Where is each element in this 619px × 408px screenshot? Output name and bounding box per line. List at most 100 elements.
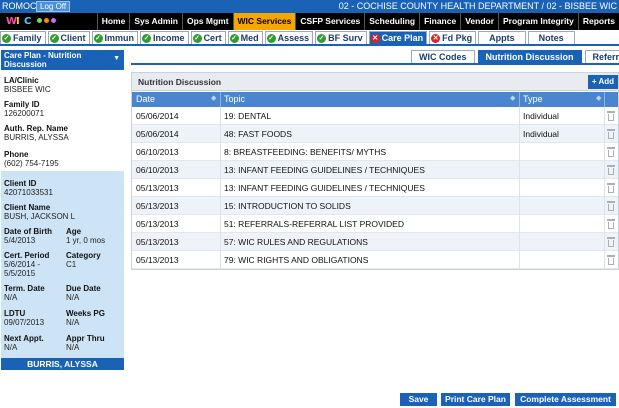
trash-icon[interactable] <box>607 219 615 229</box>
trash-icon[interactable] <box>607 129 615 139</box>
table-row[interactable]: 05/13/2013 79: WIC RIGHTS AND OBLIGATION… <box>132 251 618 269</box>
trash-icon[interactable] <box>607 255 615 265</box>
table-row[interactable]: 06/10/2013 13: INFANT FEEDING GUIDELINES… <box>132 161 618 179</box>
logo-letter: C <box>24 16 32 27</box>
check-icon: ✓ <box>317 34 327 43</box>
tab-notes[interactable]: Notes <box>527 31 575 45</box>
subtab-wic-codes[interactable]: WIC Codes <box>411 50 475 64</box>
check-icon: ✓ <box>192 34 202 43</box>
panel-header[interactable]: Care Plan - Nutrition Discussion ▼ <box>1 50 124 70</box>
client-id-field: Client ID 42071033531 <box>4 179 53 197</box>
error-icon: ✕ <box>370 34 380 43</box>
logoff-button[interactable]: Log Off <box>36 1 71 12</box>
logo-dot <box>44 18 49 23</box>
print-care-plan-button[interactable]: Print Care Plan <box>441 393 510 406</box>
table-row[interactable]: 05/13/2013 51: REFERRALS-REFERRAL LIST P… <box>132 215 618 233</box>
cell-topic: 51: REFERRALS-REFERRAL LIST PROVIDED <box>224 219 404 229</box>
sort-icon[interactable]: ◆ <box>510 94 515 102</box>
check-icon: ✓ <box>2 34 11 43</box>
module-tabs: ✓ Family ✓ Client ✓ Immun ✓ Income ✓ Cert ✓ Me… <box>0 31 619 45</box>
table-row[interactable]: 05/13/2013 57: WIC RULES AND REGULATIONS <box>132 233 618 251</box>
trash-icon[interactable] <box>607 111 615 121</box>
add-button[interactable]: + Add <box>588 75 618 89</box>
menu-ops-mgmt[interactable]: Ops Mgmt <box>181 13 233 30</box>
department-label: 02 - COCHISE COUNTY HEALTH DEPARTMENT / … <box>338 1 617 11</box>
tab-fd-pkg[interactable]: ✕ Fd Pkg <box>429 31 477 45</box>
appr-thru-field: Appr Thru N/A <box>66 334 105 352</box>
menu-home[interactable]: Home <box>96 13 130 30</box>
trash-icon[interactable] <box>607 183 615 193</box>
top-bar: ROMOC Log Off 02 - COCHISE COUNTY HEALTH… <box>0 0 619 13</box>
cell-topic: 79: WIC RIGHTS AND OBLIGATIONS <box>224 255 369 265</box>
tab-client[interactable]: ✓ Client <box>47 31 90 45</box>
check-icon: ✓ <box>229 34 239 43</box>
tab-cert[interactable]: ✓ Cert <box>190 31 226 45</box>
sort-icon[interactable]: ◆ <box>596 94 601 102</box>
cell-date: 06/10/2013 <box>136 147 179 157</box>
trash-icon[interactable] <box>607 237 615 247</box>
trash-icon[interactable] <box>607 147 615 157</box>
complete-assessment-button[interactable]: Complete Assessment <box>515 393 616 406</box>
sort-icon[interactable]: ◆ <box>211 94 216 102</box>
tab-assess[interactable]: ✓ Assess <box>264 31 314 45</box>
save-button[interactable]: Save <box>400 393 437 406</box>
menu-reports[interactable]: Reports <box>577 13 619 30</box>
caret-down-icon: ▼ <box>113 55 120 62</box>
trash-icon[interactable] <box>607 201 615 211</box>
logo-dot <box>51 18 56 23</box>
cell-date: 05/06/2014 <box>136 129 179 139</box>
cell-date: 05/13/2013 <box>136 255 179 265</box>
grid-header: Date ◆ Topic ◆ Type ◆ <box>132 92 618 107</box>
table-row[interactable]: 05/13/2013 15: INTRODUCTION TO SOLIDS <box>132 197 618 215</box>
menu-wic-services[interactable]: WIC Services <box>232 13 296 30</box>
menu-csfp-services[interactable]: CSFP Services <box>295 13 364 30</box>
panel-header: Nutrition Discussion + Add <box>132 73 618 91</box>
menu-sys-admin[interactable]: Sys Admin <box>129 13 182 30</box>
menu-vendor[interactable]: Vendor <box>460 13 498 30</box>
tab-bf-surv[interactable]: ✓ BF Surv <box>315 31 367 45</box>
cell-date: 05/06/2014 <box>136 111 179 121</box>
table-row[interactable]: 05/13/2013 13: INFANT FEEDING GUIDELINES… <box>132 179 618 197</box>
table-row[interactable]: 05/06/2014 19: DENTAL Individual <box>132 107 618 125</box>
cell-topic: 19: DENTAL <box>224 111 272 121</box>
client-summary-panel: Care Plan - Nutrition Discussion ▼ LA/Cl… <box>0 50 125 370</box>
tab-med[interactable]: ✓ Med <box>227 31 263 45</box>
family-member-selector[interactable]: BURRIS, ALYSSA <box>1 358 124 370</box>
nutrition-discussion-panel: Nutrition Discussion + Add Date ◆ Topic … <box>131 72 619 270</box>
subtab-nutrition-discussion[interactable]: Nutrition Discussion <box>477 50 582 64</box>
column-divider <box>220 92 221 107</box>
check-icon: ✓ <box>142 34 152 43</box>
tab-family[interactable]: ✓ Family <box>0 31 46 45</box>
add-label: Add <box>598 77 615 86</box>
cell-type: Individual <box>523 111 559 121</box>
next-appt-field: Next Appt. N/A <box>4 334 44 352</box>
logo-dot <box>37 18 42 23</box>
subtab-referrals[interactable]: Referrals <box>584 50 619 64</box>
cell-topic: 13: INFANT FEEDING GUIDELINES / TECHNIQU… <box>224 165 425 175</box>
client-info: Client ID 42071033531 Client Name BUSH, … <box>1 171 124 358</box>
tab-income[interactable]: ✓ Income <box>140 31 189 45</box>
trash-icon[interactable] <box>607 165 615 175</box>
cert-period-field: Cert. Period 5/6/2014 - 5/5/2015 <box>4 251 50 278</box>
term-date-field: Term. Date N/A <box>4 284 45 302</box>
column-header-type[interactable]: Type <box>523 94 543 104</box>
column-header-topic[interactable]: Topic <box>224 94 245 104</box>
tab-appts[interactable]: Appts <box>478 31 526 45</box>
menu-program-integrity[interactable]: Program Integrity <box>498 13 578 30</box>
column-header-date[interactable]: Date <box>136 94 155 104</box>
plus-icon: + <box>591 77 599 86</box>
error-icon: ✕ <box>431 34 441 43</box>
auth-rep-field: Auth. Rep. Name BURRIS, ALYSSA <box>4 124 69 142</box>
cell-topic: 48: FAST FOODS <box>224 129 292 139</box>
menu-scheduling[interactable]: Scheduling <box>364 13 419 30</box>
cell-topic: 13: INFANT FEEDING GUIDELINES / TECHNIQU… <box>224 183 425 193</box>
app-window: ROMOC Log Off 02 - COCHISE COUNTY HEALTH… <box>0 0 619 408</box>
menu-finance[interactable]: Finance <box>419 13 460 30</box>
table-row[interactable]: 06/10/2013 8: BREASTFEEDING: BENEFITS/ M… <box>132 143 618 161</box>
check-icon: ✓ <box>266 34 276 43</box>
logo-letter: I <box>16 16 20 27</box>
age-field: Age 1 yr, 0 mos <box>66 227 106 245</box>
table-row[interactable]: 05/06/2014 48: FAST FOODS Individual <box>132 125 618 143</box>
tab-care-plan[interactable]: ✕ Care Plan <box>368 31 428 45</box>
tab-immun[interactable]: ✓ Immun <box>91 31 139 45</box>
